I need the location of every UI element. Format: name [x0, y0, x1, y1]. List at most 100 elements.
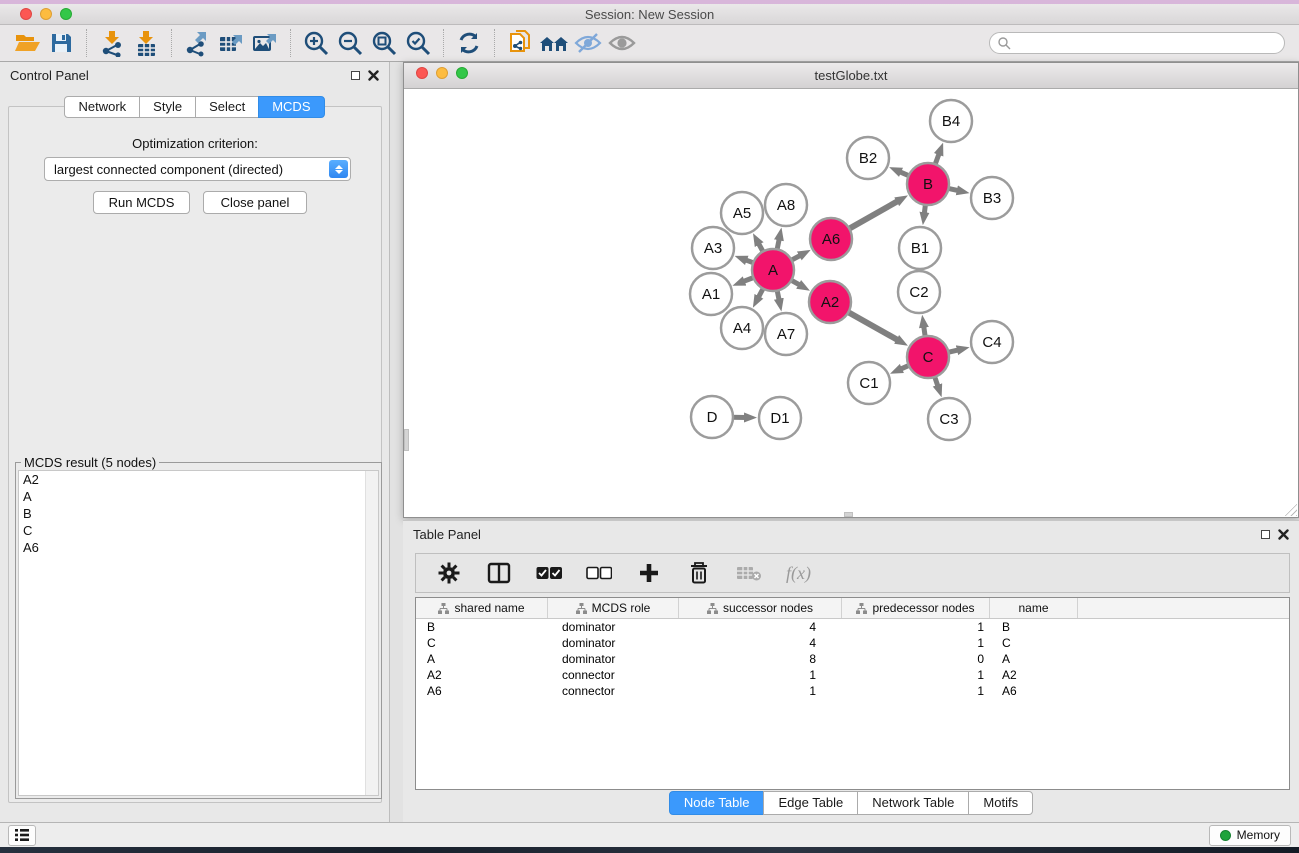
close-panel-icon[interactable]: [368, 70, 379, 81]
table-tab-network-table[interactable]: Network Table: [857, 791, 969, 815]
graph-node-D1[interactable]: D1: [759, 397, 801, 439]
table-row[interactable]: Cdominator41C: [416, 635, 1289, 651]
control-panel-tab-select[interactable]: Select: [195, 96, 259, 118]
column-header-name[interactable]: name: [990, 598, 1078, 618]
graph-node-A5[interactable]: A5: [721, 192, 763, 234]
unselect-all-columns-button[interactable]: [586, 560, 612, 586]
show-all-button[interactable]: [605, 28, 639, 58]
graph-node-B1[interactable]: B1: [899, 227, 941, 269]
control-panel-tab-style[interactable]: Style: [139, 96, 196, 118]
canvas-vertical-scroll-thumb[interactable]: [404, 429, 409, 451]
graph-node-B[interactable]: B: [907, 163, 949, 205]
minimize-network-button[interactable]: [436, 67, 448, 79]
graph-node-A2[interactable]: A2: [809, 281, 851, 323]
control-panel-tab-mcds[interactable]: MCDS: [258, 96, 324, 118]
zoom-out-button[interactable]: [333, 28, 367, 58]
graph-node-B3[interactable]: B3: [971, 177, 1013, 219]
columns-icon: [487, 562, 511, 584]
graph-node-A7[interactable]: A7: [765, 313, 807, 355]
mcds-result-item[interactable]: A: [19, 488, 378, 505]
mcds-result-item[interactable]: B: [19, 505, 378, 522]
zoom-fit-button[interactable]: [367, 28, 401, 58]
network-canvas[interactable]: A A1 A2 A3 A4 A5 A6 A7 A8 B B1 B2 B3 B4 C C1 C2 C3C4 D D1: [404, 89, 1298, 517]
graph-node-A3[interactable]: A3: [692, 227, 734, 269]
zoom-selected-button[interactable]: [401, 28, 435, 58]
table-row[interactable]: Bdominator41B: [416, 619, 1289, 635]
table-cell: 1: [842, 620, 990, 634]
graph-node-A8[interactable]: A8: [765, 184, 807, 226]
graph-node-C[interactable]: C: [907, 336, 949, 378]
close-panel-button[interactable]: Close panel: [203, 191, 307, 214]
close-network-button[interactable]: [416, 67, 428, 79]
close-window-button[interactable]: [20, 8, 32, 20]
close-table-panel-icon[interactable]: [1278, 529, 1289, 540]
run-mcds-button[interactable]: Run MCDS: [93, 191, 190, 214]
column-header-successor-nodes[interactable]: successor nodes: [679, 598, 842, 618]
minimize-window-button[interactable]: [40, 8, 52, 20]
export-network-button[interactable]: [180, 28, 214, 58]
table-row[interactable]: Adominator80A: [416, 651, 1289, 667]
mcds-result-item[interactable]: A2: [19, 471, 378, 488]
float-panel-icon[interactable]: [351, 71, 360, 80]
refresh-button[interactable]: [452, 28, 486, 58]
node-label: B1: [911, 240, 929, 257]
select-all-columns-button[interactable]: [536, 560, 562, 586]
zoom-in-icon: [302, 29, 330, 57]
table-tab-node-table[interactable]: Node Table: [669, 791, 765, 815]
zoom-in-button[interactable]: [299, 28, 333, 58]
create-column-button[interactable]: [636, 560, 662, 586]
zoom-network-button[interactable]: [456, 67, 468, 79]
memory-button[interactable]: Memory: [1209, 825, 1291, 846]
first-neighbors-button[interactable]: [537, 28, 571, 58]
import-network-button[interactable]: [95, 28, 129, 58]
network-graph[interactable]: A A1 A2 A3 A4 A5 A6 A7 A8 B B1 B2 B3 B4 C C1 C2 C3C4 D D1: [404, 89, 1298, 517]
canvas-horizontal-scroll-thumb[interactable]: [844, 512, 853, 517]
export-table-button[interactable]: [214, 28, 248, 58]
export-image-button[interactable]: [248, 28, 282, 58]
table-row[interactable]: A6connector11A6: [416, 683, 1289, 699]
column-header-shared-name[interactable]: shared name: [416, 598, 548, 618]
edge-A2-C[interactable]: [847, 311, 899, 340]
hide-selected-button[interactable]: [571, 28, 605, 58]
graph-node-A4[interactable]: A4: [721, 307, 763, 349]
save-session-button[interactable]: [44, 28, 78, 58]
node-label: A5: [733, 205, 751, 222]
graph-node-B2[interactable]: B2: [847, 137, 889, 179]
graph-node-A6[interactable]: A6: [810, 218, 852, 260]
function-builder-button[interactable]: f(x): [786, 563, 811, 584]
table-cell: C: [990, 636, 1078, 650]
delete-column-button[interactable]: [686, 560, 712, 586]
table-tab-motifs[interactable]: Motifs: [968, 791, 1033, 815]
table-tab-edge-table[interactable]: Edge Table: [763, 791, 858, 815]
search-field[interactable]: [989, 32, 1285, 54]
mcds-result-item[interactable]: A6: [19, 539, 378, 556]
graph-node-A[interactable]: A: [752, 249, 794, 291]
graph-node-D[interactable]: D: [691, 396, 733, 438]
delete-table-button[interactable]: [736, 560, 762, 586]
import-table-button[interactable]: [129, 28, 163, 58]
criterion-dropdown[interactable]: largest connected component (directed): [44, 157, 351, 181]
task-history-button[interactable]: [8, 825, 36, 846]
column-header-predecessor-nodes[interactable]: predecessor nodes: [842, 598, 990, 618]
clone-network-button[interactable]: [503, 28, 537, 58]
column-header-MCDS-role[interactable]: MCDS role: [548, 598, 679, 618]
column-panel-button[interactable]: [486, 560, 512, 586]
table-settings-button[interactable]: [436, 560, 462, 586]
graph-node-C3[interactable]: C3: [928, 398, 970, 440]
table-cell: 4: [679, 620, 842, 634]
table-row[interactable]: A2connector11A2: [416, 667, 1289, 683]
graph-node-C4[interactable]: C4: [971, 321, 1013, 363]
mcds-result-item[interactable]: C: [19, 522, 378, 539]
graph-node-C2[interactable]: C2: [898, 271, 940, 313]
graph-node-A1[interactable]: A1: [690, 273, 732, 315]
float-table-panel-icon[interactable]: [1261, 530, 1270, 539]
graph-node-B4[interactable]: B4: [930, 100, 972, 142]
edge-A6-B[interactable]: [848, 201, 899, 230]
graph-node-C1[interactable]: C1: [848, 362, 890, 404]
network-window-titlebar[interactable]: testGlobe.txt: [404, 63, 1298, 89]
zoom-window-button[interactable]: [60, 8, 72, 20]
mcds-result-list[interactable]: A2ABCA6: [18, 470, 379, 796]
result-scrollbar[interactable]: [365, 471, 378, 795]
control-panel-tab-network[interactable]: Network: [64, 96, 140, 118]
open-session-button[interactable]: [10, 28, 44, 58]
